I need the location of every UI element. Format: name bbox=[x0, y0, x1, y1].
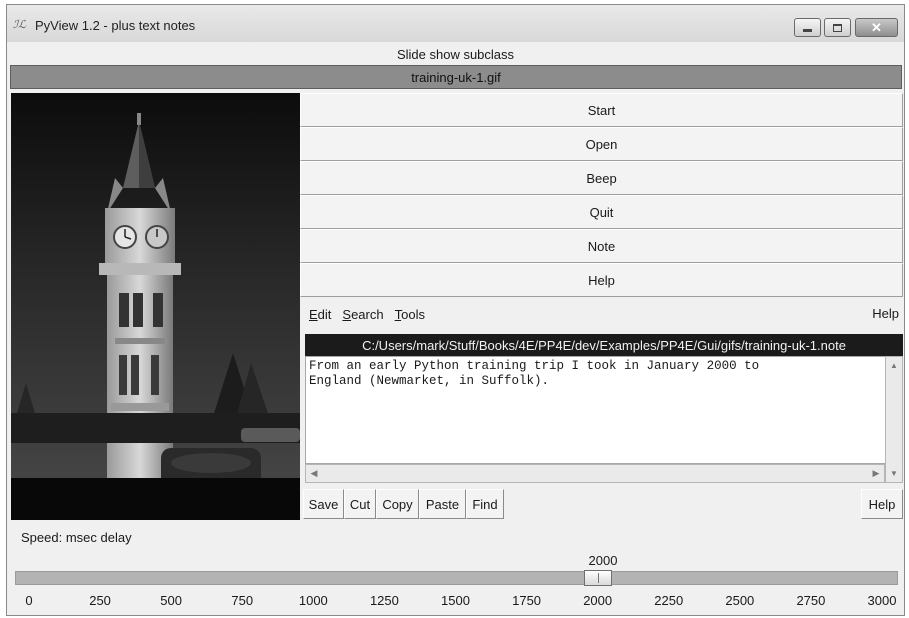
speed-tick-label: 2750 bbox=[796, 593, 826, 608]
close-button[interactable]: ✕ bbox=[855, 18, 898, 37]
paste-button[interactable]: Paste bbox=[419, 489, 466, 519]
slideshow-buttons: Start Open Beep Quit Note Help bbox=[300, 93, 903, 297]
speed-tick-label: 1750 bbox=[512, 593, 542, 608]
menu-tools[interactable]: Tools bbox=[395, 307, 425, 322]
menu-edit[interactable]: Edit bbox=[309, 307, 331, 322]
speed-tick-label: 1250 bbox=[369, 593, 399, 608]
tk-feather-icon: ℐℒ bbox=[13, 19, 27, 31]
scroll-down-icon[interactable]: ▼ bbox=[886, 465, 902, 482]
close-icon: ✕ bbox=[871, 19, 882, 35]
speed-tick-label: 3000 bbox=[867, 593, 897, 608]
note-text-area[interactable]: From an early Python training trip I too… bbox=[305, 356, 885, 464]
note-file-path: C:/Users/mark/Stuff/Books/4E/PP4E/dev/Ex… bbox=[305, 334, 903, 356]
note-button[interactable]: Note bbox=[300, 229, 903, 263]
help-button[interactable]: Help bbox=[300, 263, 903, 297]
clock-tower-photo bbox=[11, 93, 300, 520]
editor-help-button[interactable]: Help bbox=[861, 489, 903, 519]
menu-tools-rest: ools bbox=[401, 306, 425, 322]
speed-tick-label: 0 bbox=[25, 593, 33, 608]
speed-slider-thumb[interactable] bbox=[583, 570, 612, 586]
scroll-right-icon[interactable]: ▶ bbox=[868, 465, 884, 482]
open-button[interactable]: Open bbox=[300, 127, 903, 161]
menu-search[interactable]: Search bbox=[342, 307, 383, 322]
vertical-scrollbar[interactable]: ▲ ▼ bbox=[885, 356, 903, 483]
clock-tower-image bbox=[11, 93, 300, 520]
speed-tick-label: 1000 bbox=[298, 593, 328, 608]
horizontal-scrollbar[interactable]: ◀ ▶ bbox=[305, 464, 885, 483]
menu-search-mnemonic: S bbox=[342, 306, 352, 322]
speed-tick-label: 1500 bbox=[441, 593, 470, 608]
maximize-button[interactable] bbox=[824, 18, 851, 37]
speed-tick-label: 500 bbox=[160, 593, 182, 608]
speed-value: 2000 bbox=[588, 553, 618, 568]
beep-button[interactable]: Beep bbox=[300, 161, 903, 195]
save-button[interactable]: Save bbox=[303, 489, 344, 519]
title-bar[interactable]: ℐℒ PyView 1.2 - plus text notes ✕ bbox=[7, 5, 904, 42]
quit-button[interactable]: Quit bbox=[300, 195, 903, 229]
speed-tick-label: 750 bbox=[231, 593, 254, 608]
speed-tick-label: 2250 bbox=[654, 593, 684, 608]
scroll-left-icon[interactable]: ◀ bbox=[306, 465, 322, 482]
speed-tick-label: 2500 bbox=[725, 593, 755, 608]
maximize-icon bbox=[833, 23, 842, 32]
find-button[interactable]: Find bbox=[466, 489, 504, 519]
speed-slider-trough[interactable] bbox=[15, 571, 898, 585]
pyview-window: ℐℒ PyView 1.2 - plus text notes ✕ Slide … bbox=[6, 4, 905, 616]
image-filename-label: training-uk-1.gif bbox=[10, 65, 902, 89]
menu-search-rest: earch bbox=[351, 306, 384, 322]
minimize-button[interactable] bbox=[794, 18, 821, 37]
cut-button[interactable]: Cut bbox=[344, 489, 376, 519]
start-button[interactable]: Start bbox=[300, 93, 903, 127]
menu-edit-mnemonic: E bbox=[309, 306, 318, 322]
editor-menubar: Edit Search Tools Help bbox=[300, 297, 903, 331]
window-title: PyView 1.2 - plus text notes bbox=[35, 18, 196, 33]
subclass-label: Slide show subclass bbox=[396, 46, 515, 62]
editor-toolbar: Save Cut Copy Paste Find Help bbox=[303, 489, 903, 519]
speed-tick-label: 2000 bbox=[583, 593, 613, 608]
speed-tick-label: 250 bbox=[89, 593, 111, 608]
scroll-up-icon[interactable]: ▲ bbox=[886, 357, 902, 374]
menu-edit-rest: dit bbox=[317, 306, 332, 322]
menu-help[interactable]: Help bbox=[872, 306, 899, 321]
copy-button[interactable]: Copy bbox=[376, 489, 419, 519]
minimize-icon bbox=[803, 29, 812, 32]
speed-label: Speed: msec delay bbox=[21, 530, 132, 545]
